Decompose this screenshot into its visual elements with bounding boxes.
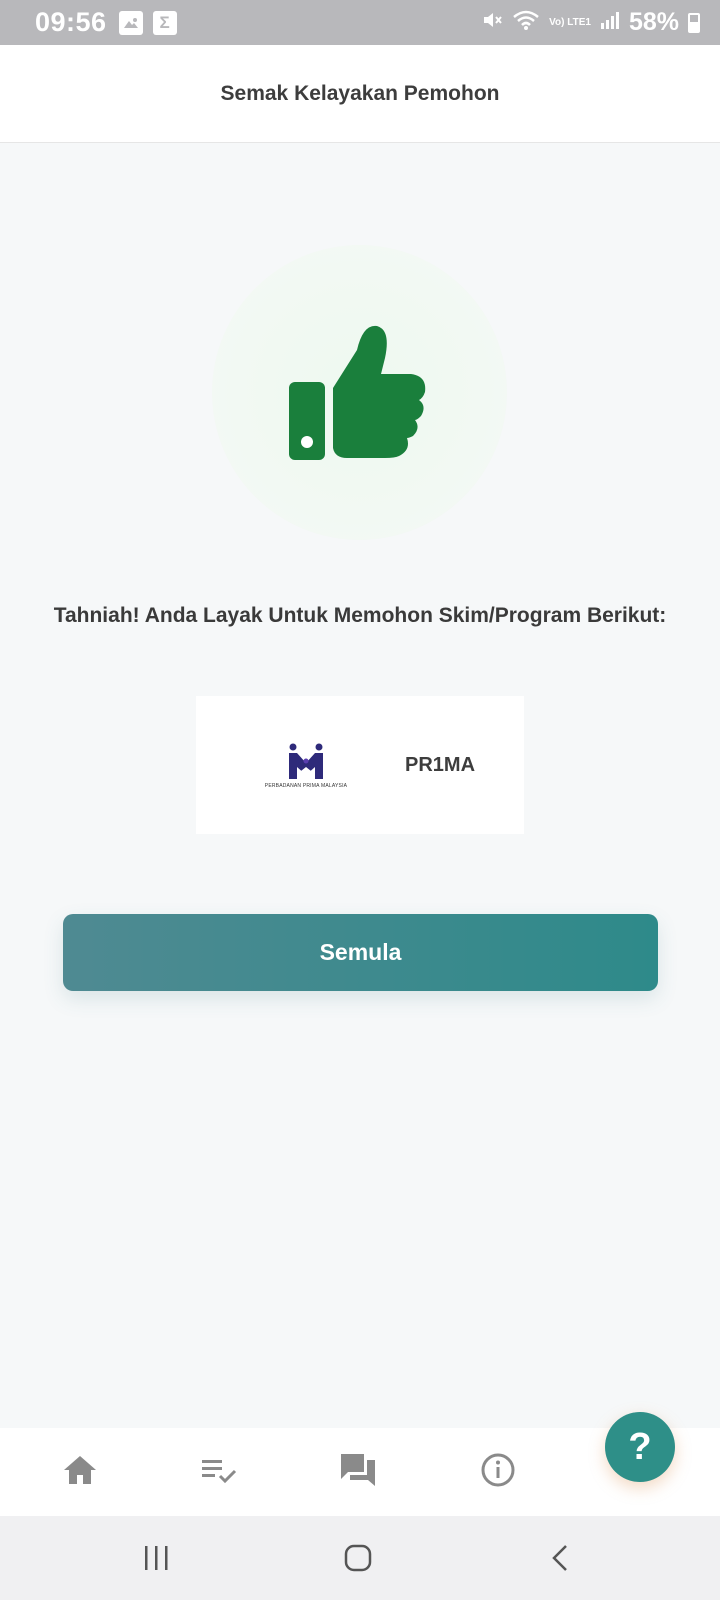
semula-button[interactable]: Semula bbox=[63, 914, 658, 991]
nav-checklist[interactable] bbox=[197, 1448, 241, 1492]
status-bar: 09:56 Σ Vo) LTE1 58% bbox=[0, 0, 720, 45]
wifi-icon bbox=[512, 9, 540, 36]
program-name: PR1MA bbox=[405, 753, 476, 776]
chat-icon bbox=[341, 1454, 375, 1486]
sigma-icon: Σ bbox=[152, 10, 177, 35]
mute-icon bbox=[481, 9, 503, 36]
signal-icon bbox=[600, 10, 620, 35]
image-icon bbox=[118, 10, 143, 35]
home-circle-icon bbox=[344, 1544, 372, 1572]
status-indicators: Vo) LTE1 58% bbox=[481, 8, 700, 37]
thumbs-up-icon bbox=[289, 325, 426, 460]
home-icon bbox=[64, 1456, 96, 1484]
nav-chat[interactable] bbox=[336, 1448, 380, 1492]
checklist-icon bbox=[202, 1460, 237, 1484]
recent-apps-button[interactable] bbox=[140, 1540, 172, 1576]
page-title: Semak Kelayakan Pemohon bbox=[220, 81, 500, 105]
help-button[interactable]: ? bbox=[605, 1412, 675, 1482]
lte-label: Vo) LTE1 bbox=[549, 16, 591, 28]
program-logo: PERBADANAN PRIMA MALAYSIA bbox=[251, 741, 361, 789]
home-system-button[interactable] bbox=[340, 1540, 376, 1576]
nav-info[interactable] bbox=[476, 1448, 520, 1492]
battery-icon bbox=[688, 12, 700, 33]
program-logo-caption: PERBADANAN PRIMA MALAYSIA bbox=[264, 783, 348, 789]
recent-apps-icon bbox=[145, 1546, 168, 1570]
back-chevron-icon bbox=[552, 1545, 567, 1571]
nav-home[interactable] bbox=[58, 1448, 102, 1492]
info-icon bbox=[481, 1453, 515, 1487]
status-time: 09:56 bbox=[35, 7, 107, 37]
system-nav-bar bbox=[0, 1516, 720, 1600]
status-notification-icons: Σ bbox=[118, 10, 177, 35]
app-header: Semak Kelayakan Pemohon bbox=[0, 45, 720, 143]
back-button[interactable] bbox=[545, 1540, 575, 1576]
prima-logo-icon bbox=[289, 743, 323, 779]
program-card[interactable]: PERBADANAN PRIMA MALAYSIA PR1MA bbox=[196, 696, 524, 834]
eligibility-message: Tahniah! Anda Layak Untuk Memohon Skim/P… bbox=[53, 604, 667, 627]
battery-percent: 58% bbox=[628, 8, 679, 36]
